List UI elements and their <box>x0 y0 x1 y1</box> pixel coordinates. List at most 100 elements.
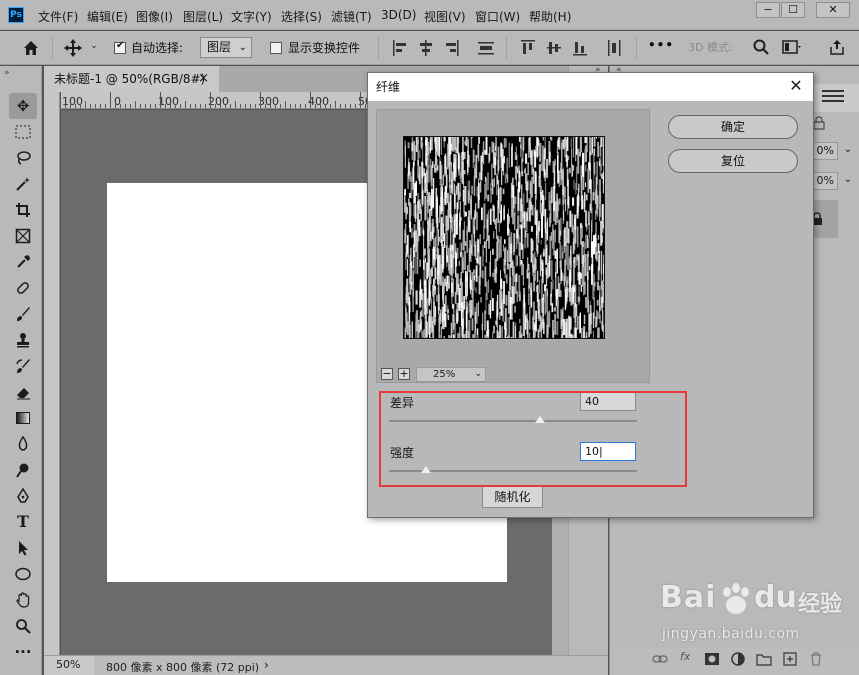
brush-tool-icon[interactable] <box>9 301 37 327</box>
fiber-noise-image <box>404 137 604 338</box>
vertical-ruler <box>44 92 60 655</box>
auto-select-label: 自动选择: <box>131 41 184 55</box>
eraser-tool-icon[interactable] <box>9 379 37 405</box>
reset-button[interactable]: 复位 <box>668 149 798 173</box>
folder-icon[interactable] <box>756 652 772 666</box>
fiber-preview[interactable] <box>403 136 605 339</box>
mask-icon[interactable] <box>704 652 720 666</box>
search-icon[interactable] <box>752 38 770 56</box>
status-arrow-icon[interactable]: › <box>264 658 269 672</box>
blur-tool-icon[interactable] <box>9 431 37 457</box>
hand-tool-icon[interactable] <box>9 587 37 613</box>
chevron-down-icon[interactable]: ⌄ <box>88 41 100 53</box>
menu-help[interactable]: 帮助(H) <box>529 8 571 25</box>
tab-close-icon[interactable]: × <box>198 66 209 92</box>
type-tool-icon[interactable]: T <box>9 509 37 535</box>
dialog-title: 纤维 <box>368 73 813 101</box>
home-icon[interactable] <box>20 37 42 59</box>
frame-tool-icon[interactable] <box>9 223 37 249</box>
show-transform-checkbox[interactable] <box>270 42 282 54</box>
auto-select-dropdown[interactable]: 图层 ⌄ <box>200 37 252 58</box>
align-bottom-icon[interactable] <box>572 39 588 57</box>
magic-wand-icon[interactable] <box>9 171 37 197</box>
panel-tab[interactable] <box>814 84 859 112</box>
lock-icon[interactable] <box>812 116 826 130</box>
link-layers-icon[interactable] <box>652 652 668 666</box>
watermark-url: jingyan.baidu.com <box>662 626 800 642</box>
highlight-annotation <box>379 391 687 487</box>
options-bar: ⌄ 自动选择: 图层 ⌄ 显示变换控件 ••• 3D 模式: <box>0 31 859 65</box>
distribute-horizontal-icon[interactable] <box>606 39 622 57</box>
status-bar: 50% 800 像素 x 800 像素 (72 ppi) › <box>44 655 608 675</box>
distribute-icon[interactable] <box>477 39 495 57</box>
history-brush-icon[interactable] <box>9 353 37 379</box>
menu-image[interactable]: 图像(I) <box>136 8 173 25</box>
menu-select[interactable]: 选择(S) <box>281 8 322 25</box>
more-options-button[interactable]: ••• <box>648 38 674 52</box>
share-icon[interactable] <box>828 38 846 56</box>
restore-button[interactable]: ☐ <box>781 2 805 18</box>
close-window-button[interactable]: ✕ <box>816 2 850 18</box>
delete-icon[interactable] <box>808 652 824 666</box>
gradient-tool-icon[interactable] <box>9 405 37 431</box>
menu-layer[interactable]: 图层(L) <box>183 8 223 25</box>
preview-zoom-select[interactable]: 25% ⌄ <box>416 367 486 382</box>
fx-icon[interactable]: fx <box>680 650 696 664</box>
close-icon[interactable]: ✕ <box>787 77 805 95</box>
zoom-in-button[interactable]: + <box>398 368 410 380</box>
3d-mode-label: 3D 模式: <box>688 41 733 54</box>
auto-select-checkbox[interactable] <box>114 40 126 54</box>
zoom-tool-icon[interactable] <box>9 613 37 639</box>
zoom-level[interactable]: 50% <box>44 656 94 675</box>
menu-filter[interactable]: 滤镜(T) <box>331 8 372 25</box>
adjustment-icon[interactable] <box>730 652 746 666</box>
document-tab[interactable]: 未标题-1 @ 50%(RGB/8#) × <box>44 66 219 92</box>
lasso-tool-icon[interactable] <box>9 145 37 171</box>
ok-button[interactable]: 确定 <box>668 115 798 139</box>
move-tool-icon[interactable] <box>62 37 84 59</box>
new-layer-icon[interactable] <box>782 652 798 666</box>
align-right-icon[interactable] <box>444 39 460 57</box>
minimize-button[interactable]: − <box>756 2 780 18</box>
menu-view[interactable]: 视图(V) <box>424 8 466 25</box>
paw-logo-icon <box>723 583 749 614</box>
menu-3d[interactable]: 3D(D) <box>381 8 416 22</box>
path-select-icon[interactable] <box>9 535 37 561</box>
preview-zoom-row: − + 25% ⌄ <box>376 365 650 385</box>
baidu-jingyan-watermark: Bai du 经验 jingyan.baidu.com <box>660 580 850 650</box>
watermark-brand: Bai <box>660 580 717 615</box>
ellipse-tool-icon[interactable] <box>9 561 37 587</box>
move-tool-icon[interactable]: ✥ <box>9 93 37 119</box>
preview-panel <box>376 109 650 383</box>
document-tab-title: 未标题-1 @ 50%(RGB/8#) <box>54 72 206 86</box>
dialog-title-text: 纤维 <box>376 80 401 94</box>
menu-window[interactable]: 窗口(W) <box>475 8 520 25</box>
align-top-icon[interactable] <box>520 39 536 57</box>
chevron-down-icon[interactable]: ⌄ <box>840 172 856 190</box>
more-tools-icon[interactable]: ··· <box>9 639 37 665</box>
align-center-icon[interactable] <box>418 39 434 57</box>
pen-tool-icon[interactable] <box>9 483 37 509</box>
menu-file[interactable]: 文件(F) <box>38 8 78 25</box>
eyedropper-icon[interactable] <box>9 249 37 275</box>
chevron-down-icon[interactable]: ⌄ <box>840 142 856 160</box>
collapse-icon[interactable]: » <box>4 68 10 78</box>
marquee-tool-icon[interactable] <box>9 119 37 145</box>
auto-select-value: 图层 <box>207 40 232 54</box>
healing-brush-icon[interactable] <box>9 275 37 301</box>
align-middle-icon[interactable] <box>546 39 562 57</box>
crop-tool-icon[interactable] <box>9 197 37 223</box>
workspace-icon[interactable] <box>782 39 802 55</box>
menu-edit[interactable]: 编辑(E) <box>87 8 128 25</box>
photoshop-logo-icon: Ps <box>8 7 24 23</box>
zoom-out-button[interactable]: − <box>381 368 393 380</box>
dodge-tool-icon[interactable] <box>9 457 37 483</box>
menu-type[interactable]: 文字(Y) <box>231 8 272 25</box>
chevron-down-icon: ⌄ <box>474 369 482 379</box>
stamp-tool-icon[interactable] <box>9 327 37 353</box>
randomize-button[interactable]: 随机化 <box>482 486 543 508</box>
watermark-cn: 经验 <box>798 592 843 617</box>
document-size: 800 像素 x 800 像素 (72 ppi) <box>106 661 260 674</box>
align-left-icon[interactable] <box>392 39 408 57</box>
chevron-down-icon: ⌄ <box>238 42 247 53</box>
